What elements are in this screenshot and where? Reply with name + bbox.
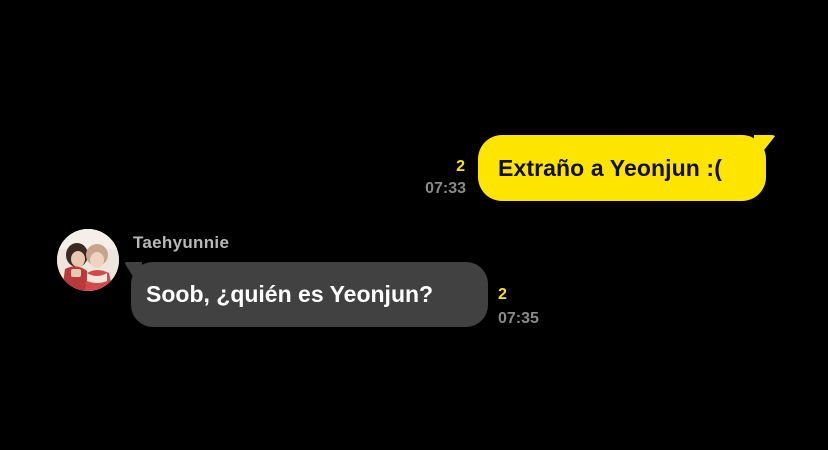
message-timestamp: 07:33 xyxy=(425,180,466,197)
incoming-message-bubble[interactable]: Soob, ¿quién es Yeonjun? xyxy=(124,262,488,327)
unread-count: 2 xyxy=(456,158,465,175)
sender-name: Taehyunnie xyxy=(133,233,230,252)
bubble-tail xyxy=(754,135,776,153)
bubble-tail xyxy=(124,262,142,278)
message-text: Extraño a Yeonjun :( xyxy=(498,154,722,181)
message-timestamp: 07:35 xyxy=(498,310,539,327)
outgoing-message-bubble[interactable]: Extraño a Yeonjun :( xyxy=(478,135,776,201)
message-text: Soob, ¿quién es Yeonjun? xyxy=(146,281,434,307)
unread-count: 2 xyxy=(498,286,507,303)
profile-photo-avatar-icon xyxy=(57,229,119,291)
avatar[interactable] xyxy=(57,229,119,291)
